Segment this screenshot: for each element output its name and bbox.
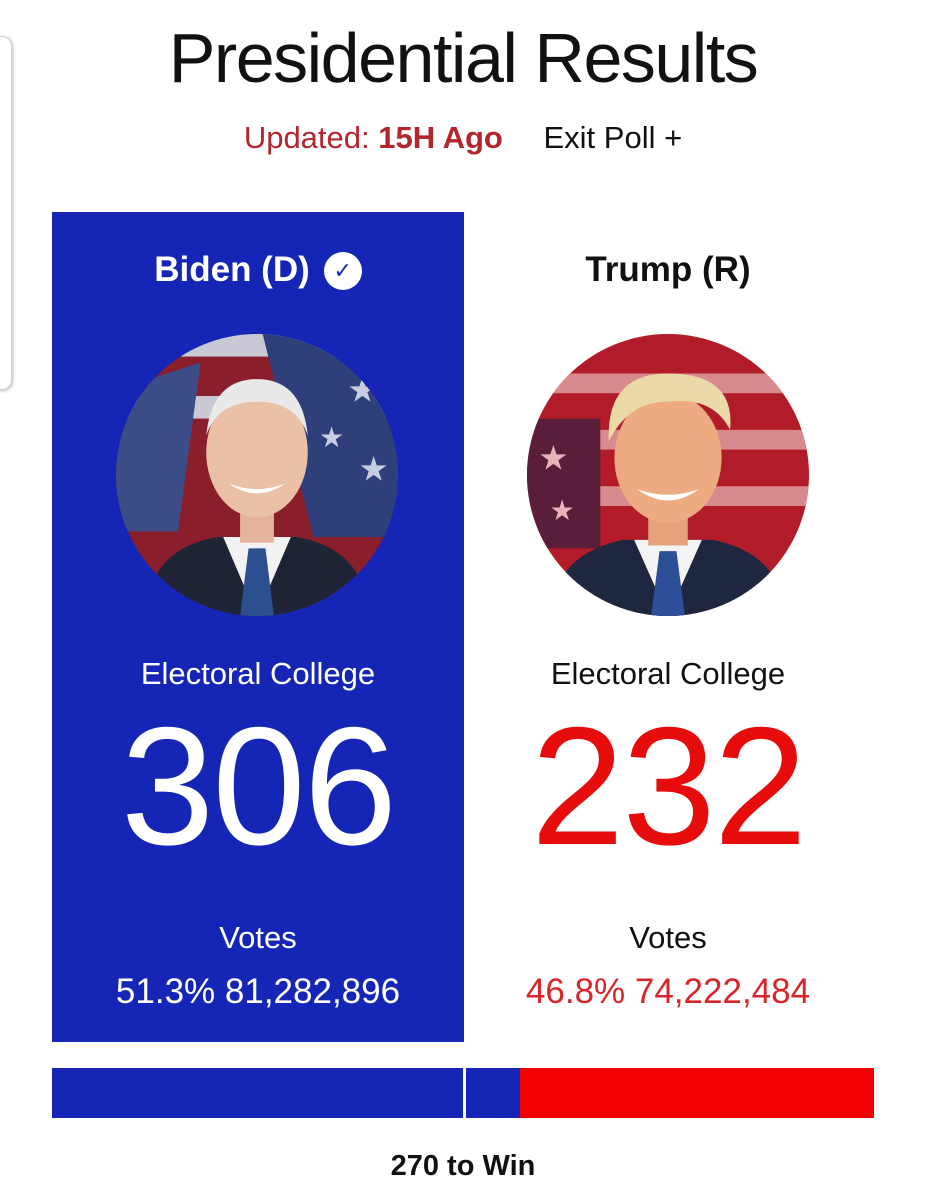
popular-vote-line: 51.3% 81,282,896 — [52, 972, 464, 1012]
electoral-progress-bar — [52, 1068, 874, 1118]
candidate-name: Trump (R) — [585, 250, 751, 289]
exit-poll-link[interactable]: Exit Poll + — [543, 120, 682, 155]
candidate-panel-biden: Biden (D) ✓ ★ ★ ★ Electoral College 306 V… — [52, 212, 464, 1042]
popular-vote-line: 46.8% 74,222,484 — [462, 972, 874, 1012]
vote-count: 74,222,484 — [634, 972, 811, 1011]
candidate-name-row: Biden (D) ✓ — [52, 250, 464, 290]
votes-label: Votes — [629, 920, 707, 955]
democrat-bar-segment — [52, 1068, 520, 1118]
candidate-portrait-biden: ★ ★ ★ — [116, 334, 398, 616]
page-title: Presidential Results — [168, 19, 759, 97]
vote-percentage: 51.3% — [115, 972, 216, 1011]
win-threshold-marker — [463, 1068, 467, 1118]
svg-text:★: ★ — [347, 372, 377, 410]
svg-text:★: ★ — [550, 494, 575, 526]
electoral-college-label: Electoral College — [140, 656, 376, 691]
candidate-name: Biden (D) — [154, 250, 310, 289]
win-threshold-label: 270 to Win — [390, 1150, 536, 1182]
checkmark-icon: ✓ — [323, 252, 362, 290]
svg-text:★: ★ — [319, 421, 344, 453]
updated-value: 15H Ago — [378, 120, 503, 155]
updated-label: Updated: — [243, 120, 370, 155]
svg-text:★: ★ — [359, 451, 389, 489]
electoral-votes-value: 232 — [530, 692, 807, 880]
votes-label: Votes — [219, 920, 297, 955]
svg-text:★: ★ — [538, 439, 568, 477]
candidate-panel-trump: Trump (R) ★ ★ Electoral College 232 Vote… — [462, 212, 874, 1042]
vote-percentage: 46.8% — [525, 972, 626, 1011]
electoral-college-label: Electoral College — [550, 656, 786, 691]
update-status: Updated: 15H Ago Exit Poll + — [0, 120, 926, 156]
vote-count: 81,282,896 — [224, 972, 401, 1011]
candidate-portrait-trump: ★ ★ — [527, 334, 809, 616]
electoral-votes-value: 306 — [120, 692, 397, 880]
candidate-name-row: Trump (R) — [462, 250, 874, 290]
